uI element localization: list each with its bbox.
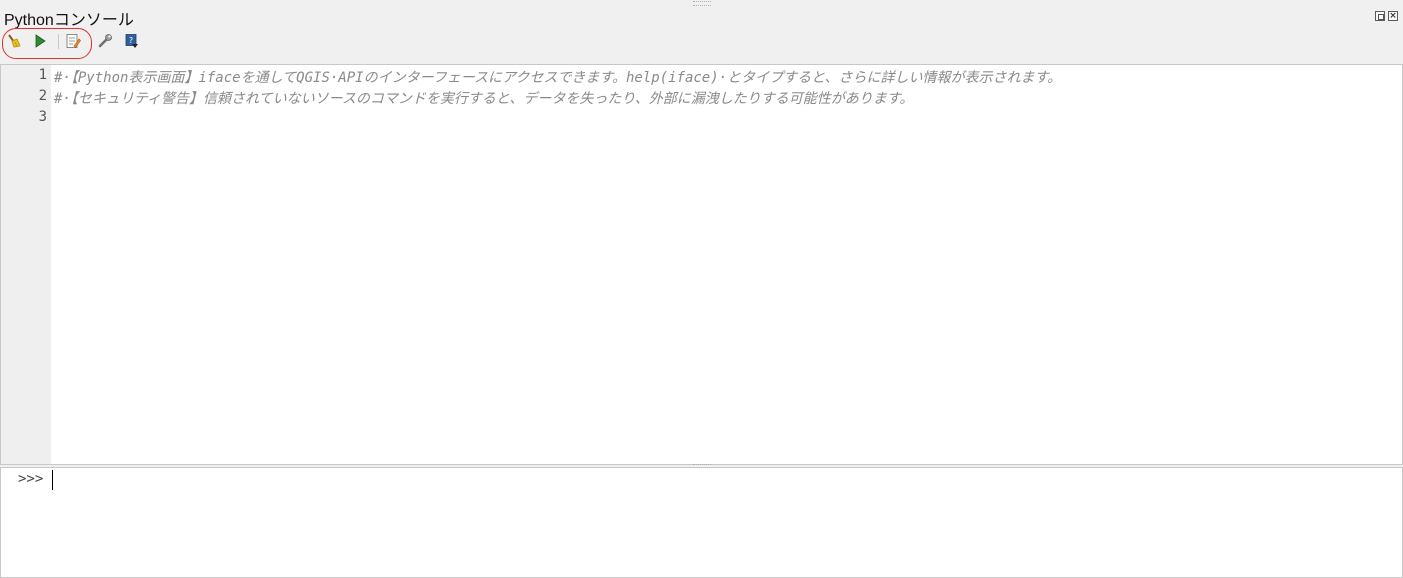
broom-icon <box>8 34 21 48</box>
python-console-panel: Pythonコンソール × ? 1 2 3 #·【Python表示画面】ifac… <box>0 0 1403 578</box>
editor-icon <box>66 34 81 48</box>
clear-console-button[interactable] <box>4 31 24 51</box>
close-icon[interactable]: × <box>1388 11 1398 21</box>
float-icon[interactable] <box>1375 11 1385 21</box>
toolbar-separator <box>58 34 59 49</box>
line-number-gutter: 1 2 3 <box>1 65 51 464</box>
command-prompt: >>> <box>18 471 44 487</box>
play-icon <box>35 34 46 48</box>
code-line: #·【Python表示画面】ifaceを通してQGIS·APIのインターフェース… <box>54 70 1062 86</box>
dock-title-bar: Pythonコンソール × <box>0 5 1403 29</box>
code-line: #·【セキュリティ警告】信頼されていないソースのコマンドを実行すると、データを失… <box>54 91 914 107</box>
panel-title: Pythonコンソール <box>4 12 134 29</box>
line-number: 3 <box>38 109 47 125</box>
console-toolbar: ? <box>0 29 200 53</box>
run-command-button[interactable] <box>30 31 50 51</box>
help-book-icon: ? <box>125 34 138 48</box>
console-input[interactable]: >>> <box>0 467 1403 578</box>
svg-text:?: ? <box>129 36 133 45</box>
line-number: 2 <box>38 88 47 104</box>
text-cursor <box>52 470 53 490</box>
show-editor-button[interactable] <box>63 31 83 51</box>
wrench-icon <box>98 34 112 48</box>
help-button[interactable]: ? <box>121 31 141 51</box>
line-number: 1 <box>38 67 47 83</box>
console-output-editor[interactable]: 1 2 3 #·【Python表示画面】ifaceを通してQGIS·APIのイン… <box>0 64 1403 465</box>
options-button[interactable] <box>95 31 115 51</box>
